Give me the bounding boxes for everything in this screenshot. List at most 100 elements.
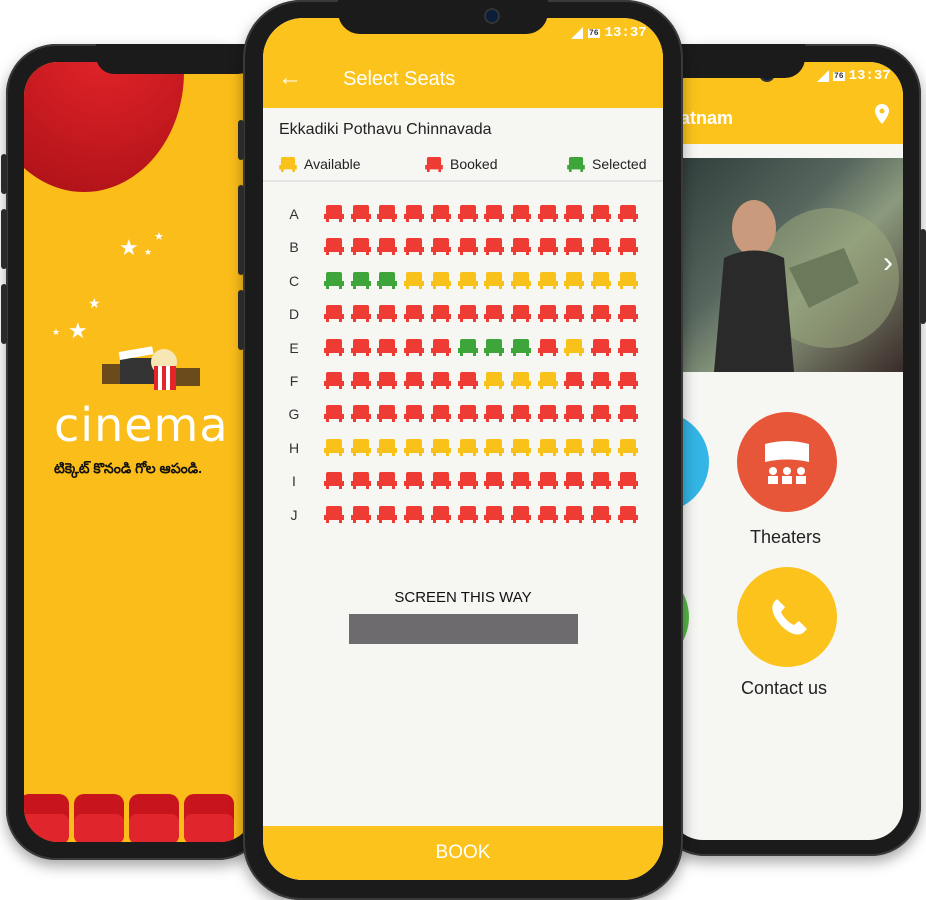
seat-booked: [591, 505, 611, 523]
seat-booked: [350, 205, 371, 222]
book-button[interactable]: BOOK: [263, 826, 663, 880]
seat-booked: [537, 338, 558, 356]
seat-available[interactable]: [510, 372, 531, 389]
seat-booked: [591, 372, 611, 389]
seat-selected[interactable]: [510, 338, 531, 356]
seat-available[interactable]: [404, 271, 425, 289]
seat-booked: [564, 405, 585, 423]
seat-booked: [404, 505, 425, 523]
seat-booked: [324, 505, 344, 523]
seat-booked: [404, 338, 425, 356]
curtain-graphic: [24, 62, 184, 192]
seat-booked: [537, 205, 558, 222]
seat-booked: [591, 205, 611, 222]
seat-available[interactable]: [537, 438, 558, 456]
seat-booked: [324, 472, 344, 490]
seat-available[interactable]: [484, 438, 505, 456]
battery-icon: 76: [588, 28, 600, 38]
contact-us-button[interactable]: [737, 567, 837, 667]
seat-available[interactable]: [510, 438, 531, 456]
seat-booked: [484, 205, 505, 222]
power-button: [238, 290, 244, 350]
seat-booked: [324, 405, 344, 423]
app-logo-text: cinema: [54, 398, 229, 452]
seat-available[interactable]: [564, 438, 585, 456]
seat-booked: [377, 405, 398, 423]
home-phone: 76 13:37 patnam › Theaters Contact us: [655, 44, 926, 856]
row-label: C: [288, 272, 300, 289]
seat-booked: [564, 472, 585, 490]
theater-seats-graphic: [24, 794, 234, 842]
app-bar: patnam: [669, 86, 903, 144]
seat-available[interactable]: [537, 271, 558, 289]
seat-available[interactable]: [617, 438, 638, 456]
theaters-button[interactable]: [737, 412, 837, 512]
seat-booked: [510, 205, 531, 222]
seat-booked: [324, 338, 344, 356]
seat-available[interactable]: [510, 271, 531, 289]
seat-booked: [564, 372, 585, 389]
power-button: [1, 284, 7, 344]
seat-selected[interactable]: [350, 271, 371, 289]
screen-direction-label: SCREEN THIS WAY: [394, 589, 532, 606]
seat-booked: [377, 505, 398, 523]
seat-available[interactable]: [484, 372, 505, 389]
seat-available[interactable]: [564, 271, 585, 289]
seat-booked: [430, 338, 451, 356]
seat-available[interactable]: [430, 271, 451, 289]
seat-available[interactable]: [564, 338, 585, 356]
legend-available: Available: [279, 156, 361, 172]
seat-booked: [377, 338, 398, 356]
seat-available[interactable]: [430, 438, 451, 456]
seat-booked: [617, 338, 638, 356]
seat-available[interactable]: [591, 271, 611, 289]
seat-booked: [510, 238, 531, 256]
signal-icon: [817, 70, 829, 82]
seat-booked: [430, 305, 451, 323]
seat-booked: [324, 305, 344, 323]
seat-booked: [484, 472, 505, 490]
row-label: I: [292, 473, 296, 490]
seat-available[interactable]: [457, 438, 478, 456]
seat-available[interactable]: [617, 271, 638, 289]
volume-button: [1, 154, 7, 194]
legend-booked: Booked: [425, 156, 497, 172]
power-button: [920, 229, 926, 324]
seat-booked: [564, 238, 585, 256]
seat-available[interactable]: [324, 438, 344, 456]
seat-selected[interactable]: [377, 271, 398, 289]
page-title: Select Seats: [343, 68, 456, 90]
seat-selected[interactable]: [324, 271, 344, 289]
seat-selected[interactable]: [457, 338, 478, 356]
notch: [338, 0, 548, 34]
row-label: J: [290, 506, 298, 523]
seat-booked: [324, 205, 344, 222]
seat-booked: [457, 305, 478, 323]
screen-indicator: [349, 614, 578, 644]
splash-phone: ★ ★ ★ ★ ★ ★ cinema టిక్కెట్ కొనండి గోల ఆ…: [1, 44, 268, 860]
seat-booked: [404, 305, 425, 323]
seat-available[interactable]: [457, 271, 478, 289]
movie-title: Ekkadiki Pothavu Chinnavada: [279, 121, 492, 138]
seat-booked: [457, 505, 478, 523]
seat-booked: [377, 472, 398, 490]
seat-available[interactable]: [404, 438, 425, 456]
legend-booked-label: Booked: [450, 156, 498, 172]
seat-available[interactable]: [484, 271, 505, 289]
movie-banner[interactable]: ›: [669, 158, 903, 372]
seat-available[interactable]: [350, 438, 371, 456]
seat-booked: [510, 505, 531, 523]
back-arrow-icon[interactable]: ←: [278, 64, 302, 92]
seat-booked: [457, 472, 478, 490]
seat-available[interactable]: [591, 438, 611, 456]
location-pin-icon[interactable]: [875, 104, 889, 124]
seat-selected[interactable]: [484, 338, 505, 356]
seat-booked: [591, 305, 611, 323]
row-label: B: [289, 239, 299, 256]
star-icon: ★: [119, 235, 139, 260]
divider: [263, 180, 663, 182]
seat-available[interactable]: [377, 438, 398, 456]
row-label: G: [288, 406, 300, 423]
seat-available[interactable]: [537, 372, 558, 389]
chevron-right-icon[interactable]: ›: [883, 246, 893, 280]
